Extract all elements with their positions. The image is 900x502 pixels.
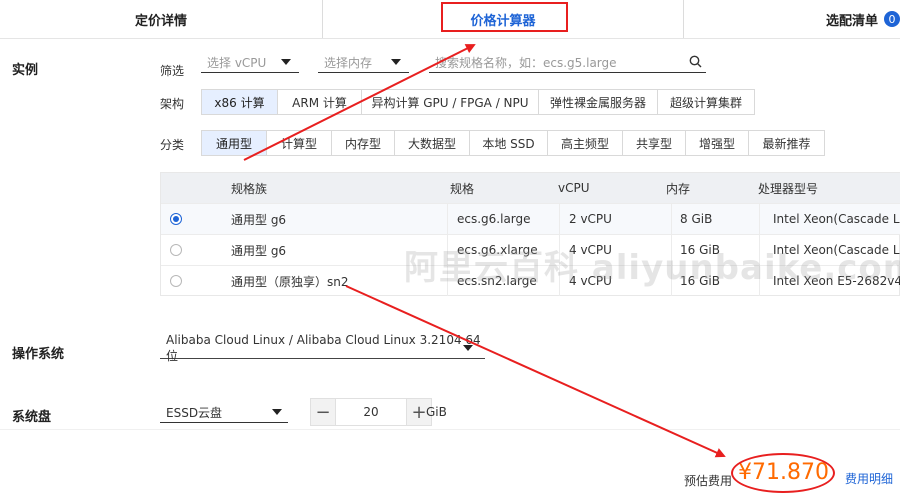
memory-select[interactable]: 选择内存 bbox=[318, 52, 409, 73]
category-option-local-ssd[interactable]: 本地 SSD bbox=[469, 130, 548, 156]
arch-option-supercomputing[interactable]: 超级计算集群 bbox=[657, 89, 755, 115]
tab-label: 选配清单 bbox=[825, 13, 878, 29]
annotation-highlight-box bbox=[441, 2, 568, 32]
category-button-group: 通用型 计算型 内存型 大数据型 本地 SSD 高主频型 共享型 增强型 最新推… bbox=[201, 130, 825, 156]
filter-label: 筛选 bbox=[160, 64, 185, 78]
arch-option-x86[interactable]: x86 计算 bbox=[201, 89, 278, 115]
category-option-enhanced[interactable]: 增强型 bbox=[685, 130, 749, 156]
decrement-button[interactable]: − bbox=[310, 398, 336, 426]
category-option-high-freq[interactable]: 高主频型 bbox=[547, 130, 623, 156]
arch-option-heterogeneous[interactable]: 异构计算 GPU / FPGA / NPU bbox=[361, 89, 539, 115]
watermark: 阿里云百科 aliyunbaike.com bbox=[404, 248, 900, 288]
disk-size-stepper: − 20 + bbox=[310, 398, 432, 426]
disk-size-input[interactable]: 20 bbox=[336, 398, 406, 426]
column-header-family: 规格族 bbox=[231, 181, 268, 196]
arch-label: 架构 bbox=[160, 97, 185, 111]
chevron-down-icon bbox=[391, 59, 401, 65]
disk-type-select[interactable]: ESSD云盘 bbox=[160, 402, 288, 423]
table-cell-spec: ecs.g6.large bbox=[457, 212, 531, 226]
tab-config-list[interactable]: 选配清单 0 bbox=[684, 0, 900, 38]
column-header-spec: 规格 bbox=[450, 181, 475, 196]
section-instance-label: 实例 bbox=[12, 63, 39, 78]
row-radio[interactable] bbox=[170, 275, 182, 287]
table-cell-memory: 8 GiB bbox=[680, 212, 713, 226]
os-select-value: Alibaba Cloud Linux / Alibaba Cloud Linu… bbox=[166, 332, 481, 363]
row-radio[interactable] bbox=[170, 244, 182, 256]
search-placeholder: 搜索规格名称，如：ecs.g5.large bbox=[435, 55, 617, 70]
arch-button-group: x86 计算 ARM 计算 异构计算 GPU / FPGA / NPU 弹性裸金… bbox=[201, 89, 755, 115]
arch-option-arm[interactable]: ARM 计算 bbox=[277, 89, 362, 115]
vcpu-select-placeholder: 选择 vCPU bbox=[207, 55, 267, 70]
disk-unit-label: GiB bbox=[426, 405, 447, 419]
category-option-bigdata[interactable]: 大数据型 bbox=[394, 130, 470, 156]
chevron-down-icon bbox=[281, 59, 291, 65]
arch-option-bare-metal[interactable]: 弹性裸金属服务器 bbox=[538, 89, 658, 115]
section-disk-label: 系统盘 bbox=[12, 410, 52, 425]
top-tab-bar: 定价详情 价格计算器 选配清单 0 bbox=[0, 0, 900, 39]
row-radio-selected[interactable] bbox=[170, 213, 182, 225]
column-header-cpu-model: 处理器型号 bbox=[758, 181, 819, 196]
column-header-memory: 内存 bbox=[666, 181, 691, 196]
table-cell-vcpu: 2 vCPU bbox=[569, 212, 612, 226]
category-option-compute[interactable]: 计算型 bbox=[266, 130, 332, 156]
column-header-vcpu: vCPU bbox=[558, 181, 590, 195]
table-cell-family: 通用型 g6 bbox=[231, 212, 287, 227]
count-badge: 0 bbox=[884, 11, 900, 27]
category-option-recommended[interactable]: 最新推荐 bbox=[748, 130, 825, 156]
chevron-down-icon bbox=[463, 345, 473, 351]
os-select[interactable]: Alibaba Cloud Linux / Alibaba Cloud Linu… bbox=[160, 333, 485, 363]
vcpu-select[interactable]: 选择 vCPU bbox=[201, 52, 299, 73]
category-option-memory[interactable]: 内存型 bbox=[331, 130, 395, 156]
category-option-general[interactable]: 通用型 bbox=[201, 130, 267, 156]
search-icon[interactable] bbox=[689, 55, 702, 68]
disk-type-value: ESSD云盘 bbox=[166, 405, 223, 420]
cost-details-link[interactable]: 费用明细 bbox=[845, 470, 893, 487]
spec-search-input[interactable]: 搜索规格名称，如：ecs.g5.large bbox=[429, 52, 706, 73]
table-cell-family: 通用型 g6 bbox=[231, 243, 287, 258]
memory-select-placeholder: 选择内存 bbox=[324, 55, 373, 70]
estimate-label: 预估费用 bbox=[684, 474, 733, 488]
category-option-shared[interactable]: 共享型 bbox=[622, 130, 686, 156]
table-cell-cpu-model: Intel Xeon(Cascade Lake bbox=[773, 212, 900, 226]
section-os-label: 操作系统 bbox=[12, 347, 65, 362]
annotation-highlight-ellipse bbox=[731, 453, 835, 493]
tab-pricing-details[interactable]: 定价详情 bbox=[0, 0, 322, 38]
category-label: 分类 bbox=[160, 138, 185, 152]
tab-label: 定价详情 bbox=[134, 13, 187, 29]
chevron-down-icon bbox=[272, 409, 282, 415]
table-cell-family: 通用型（原独享）sn2 bbox=[231, 274, 349, 289]
